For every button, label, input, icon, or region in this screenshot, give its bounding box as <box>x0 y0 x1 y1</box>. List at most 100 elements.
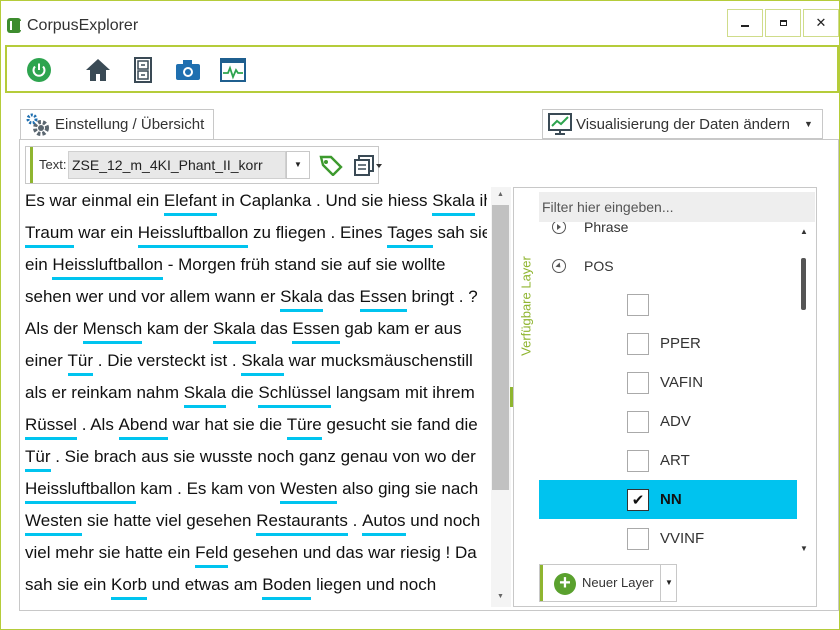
annotated-token[interactable]: Traum <box>25 221 74 248</box>
home-icon[interactable] <box>85 57 111 83</box>
settings-overview-button[interactable]: Einstellung / Übersicht <box>20 109 214 139</box>
text-select-dropdown-button[interactable]: ▼ <box>286 151 310 179</box>
monitor-icon[interactable] <box>220 57 246 83</box>
annotated-token[interactable]: Boden <box>262 573 312 600</box>
minimize-button[interactable] <box>727 9 763 37</box>
pos-tag-checkbox[interactable] <box>627 410 649 433</box>
text-line: als er reinkam nahm Skala die Schlüssel … <box>25 379 487 411</box>
pos-tag-item[interactable]: VVINF <box>539 519 797 558</box>
chevron-down-icon: ▼ <box>294 160 302 169</box>
camera-icon[interactable] <box>175 57 201 83</box>
pos-tag-label: VAFIN <box>660 374 704 391</box>
pos-tag-item[interactable]: ART <box>539 441 797 480</box>
layer-node-phrase[interactable]: Phrase <box>539 222 797 246</box>
document-scrollbar-thumb[interactable] <box>492 205 509 490</box>
annotated-token[interactable]: Heissluftballon <box>25 477 136 504</box>
annotated-token[interactable]: Schlüssel <box>258 381 332 408</box>
annotated-token[interactable]: Skala <box>432 189 475 216</box>
annotated-token[interactable]: Mensch <box>82 317 143 344</box>
expand-icon[interactable] <box>551 222 567 235</box>
annotated-token[interactable]: Heissluftballon <box>52 253 163 280</box>
annotated-token[interactable]: Skala <box>213 317 256 344</box>
maximize-icon <box>779 20 787 26</box>
text-segment: das <box>322 287 360 306</box>
text-segment: gesehen und das war riesig ! Da <box>228 543 477 562</box>
text-segment: sehen wer und vor allem wann er <box>25 287 281 306</box>
layer-tree: Phrase POS PPER VAFIN ADV ART ✔ NN VVINF <box>539 222 797 562</box>
visualization-button[interactable]: Visualisierung der Daten ändern ▼ <box>542 109 823 139</box>
pos-tag-item[interactable]: PPER <box>539 324 797 363</box>
text-selector-bar: Text: ZSE_12_m_4KI_Phant_II_korr ▼ <box>25 146 382 184</box>
text-segment: ein <box>25 255 53 274</box>
annotated-token[interactable]: Rüssel <box>25 413 77 440</box>
new-layer-button[interactable]: + Neuer Layer ▼ <box>539 564 677 602</box>
annotated-token[interactable]: Abend <box>118 413 168 440</box>
annotated-token[interactable]: Skala <box>183 381 227 408</box>
pos-tag-item[interactable]: ✔ NN <box>539 480 797 519</box>
main-toolbar <box>5 45 839 93</box>
annotated-token[interactable]: Tages <box>387 221 433 248</box>
add-icon: + <box>554 573 576 595</box>
new-layer-dropdown-button[interactable]: ▼ <box>660 565 677 601</box>
annotated-token[interactable]: Korb <box>111 573 147 600</box>
scroll-up-icon[interactable]: ▲ <box>800 227 808 236</box>
layer-tree-scrollbar[interactable]: ▲ ▼ <box>795 224 813 560</box>
pos-tag-checkbox[interactable]: ✔ <box>627 488 649 511</box>
text-segment: und noch <box>405 511 481 530</box>
new-layer-label: Neuer Layer <box>582 575 654 590</box>
minimize-icon <box>741 25 749 27</box>
collapse-icon[interactable] <box>551 258 567 274</box>
annotated-token[interactable]: Elefant <box>163 189 217 216</box>
text-segment: die <box>226 383 259 402</box>
annotated-token[interactable]: Westen <box>280 477 338 504</box>
layer-tree-scrollbar-thumb[interactable] <box>801 258 806 310</box>
pos-tag-item[interactable]: VAFIN <box>539 363 797 402</box>
gear-icon <box>26 113 49 136</box>
scroll-up-icon[interactable]: ▲ <box>497 191 504 198</box>
annotated-token[interactable]: Westen <box>25 509 83 536</box>
scroll-down-icon[interactable]: ▼ <box>497 593 504 600</box>
annotated-token[interactable]: Skala <box>280 285 323 312</box>
app-window: CorpusExplorer ✕ Einstellung / Übersicht <box>0 0 840 630</box>
pos-tag-checkbox[interactable] <box>627 293 649 316</box>
text-line: ein Heissluftballon - Morgen früh stand … <box>25 251 487 283</box>
annotated-token[interactable]: Restaurants <box>256 509 348 536</box>
text-line: Westen sie hatte viel gesehen Restaurant… <box>25 507 487 539</box>
annotated-token[interactable]: Autos <box>362 509 406 536</box>
pos-tag-checkbox[interactable] <box>627 371 649 394</box>
layer-panel-title: Verfügbare Layer <box>514 188 538 608</box>
document-text-view[interactable]: Es war einmal ein Elefant in Caplanka . … <box>25 187 487 607</box>
annotated-token[interactable]: Türe <box>286 413 322 440</box>
checkmark-icon: ✔ <box>631 491 645 509</box>
layer-export-icon[interactable] <box>354 155 382 177</box>
cabinet-icon[interactable] <box>130 57 156 83</box>
pos-tag-label: NN <box>660 491 682 508</box>
annotated-token[interactable]: Essen <box>292 317 340 344</box>
power-icon[interactable] <box>26 57 52 83</box>
annotated-token[interactable]: Tür <box>67 349 94 376</box>
close-button[interactable]: ✕ <box>803 9 839 37</box>
layer-node-pos[interactable]: POS <box>539 246 797 285</box>
pos-tag-item[interactable]: ADV <box>539 402 797 441</box>
text-select-combobox[interactable]: ZSE_12_m_4KI_Phant_II_korr <box>68 151 286 179</box>
annotated-token[interactable]: Feld <box>195 541 229 568</box>
layer-filter-input[interactable]: Filter hier eingeben... <box>539 192 815 222</box>
visualization-label: Visualisierung der Daten ändern <box>576 115 791 133</box>
annotated-token[interactable]: Skala <box>241 349 284 376</box>
annotated-token[interactable]: Heissluftballon <box>137 221 249 248</box>
pos-tag-checkbox[interactable] <box>627 332 649 355</box>
text-segment: sah sie ein <box>25 575 111 594</box>
pos-tag-checkbox[interactable] <box>627 527 649 550</box>
scroll-down-icon[interactable]: ▼ <box>800 544 808 553</box>
maximize-button[interactable] <box>765 9 801 37</box>
annotated-token[interactable]: Essen <box>359 285 407 312</box>
annotated-token[interactable]: Tür <box>25 445 51 472</box>
pos-tag-checkbox[interactable] <box>627 449 649 472</box>
accent-strip <box>540 565 543 601</box>
tag-icon[interactable] <box>318 154 344 177</box>
pos-tag-item[interactable] <box>539 285 797 324</box>
text-segment: kam . Es kam von <box>135 479 281 498</box>
document-scrollbar[interactable]: ▲ ▼ <box>491 187 511 607</box>
text-segment: Es war einmal ein <box>25 191 164 210</box>
text-segment: in Caplanka . Und sie hiess <box>216 191 433 210</box>
